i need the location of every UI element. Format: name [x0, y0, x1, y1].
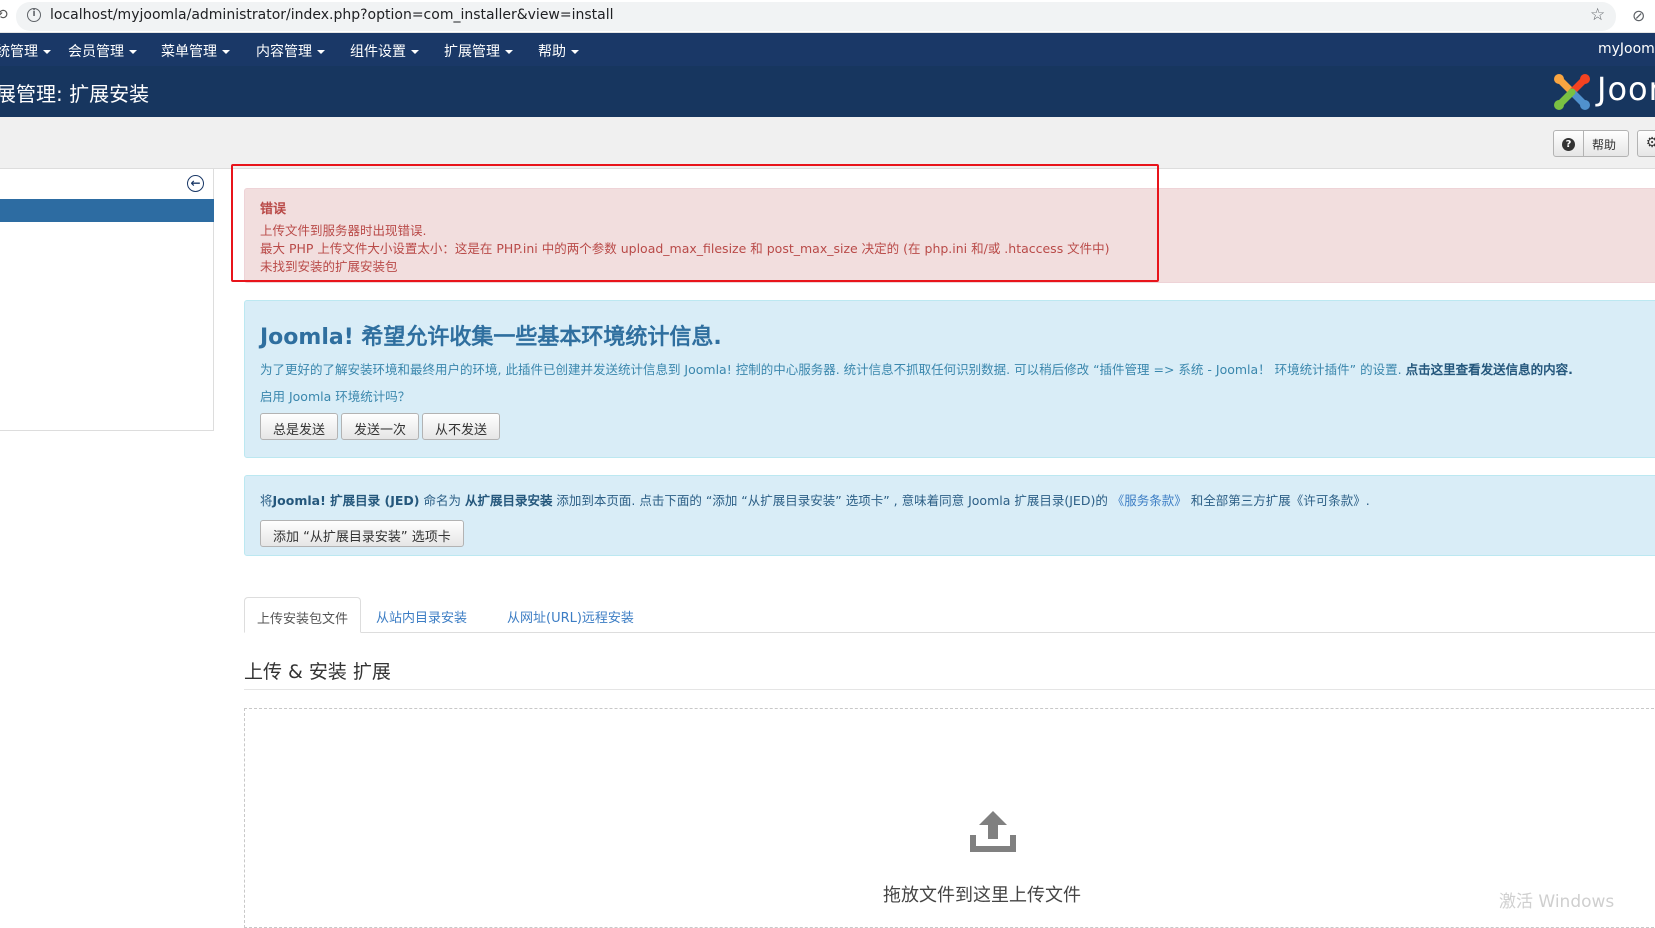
sidebar-item-active[interactable]: [0, 199, 214, 222]
highlight-box: [231, 164, 1159, 282]
browser-address-bar: ⟲ i localhost/myjoomla/administrator/ind…: [0, 0, 1655, 33]
page-title: 展管理: 扩展安装: [0, 82, 150, 106]
info-icon[interactable]: i: [27, 8, 41, 22]
jed-text: 将Joomla! 扩展目录 (JED) 命名为 从扩展目录安装 添加到本页面. …: [260, 493, 1370, 508]
always-send-button[interactable]: 总是发送: [260, 413, 339, 440]
stats-heading: Joomla! 希望允许收集一些基本环境统计信息.: [260, 325, 722, 350]
jed-message: 将Joomla! 扩展目录 (JED) 命名为 从扩展目录安装 添加到本页面. …: [244, 475, 1655, 556]
never-send-button[interactable]: 从不发送: [422, 413, 501, 440]
menu-menus[interactable]: 菜单管理: [161, 41, 230, 61]
terms-link[interactable]: 《服务条款》: [1112, 493, 1187, 508]
drop-hint-text: 拖放文件到这里上传文件: [883, 885, 1081, 906]
menu-system[interactable]: 统管理: [0, 41, 51, 61]
stats-message: Joomla! 希望允许收集一些基本环境统计信息. 为了更好的了解安装环境和最终…: [244, 300, 1655, 458]
collapse-sidebar-icon[interactable]: ←: [187, 175, 204, 192]
caret-down-icon: [505, 50, 513, 54]
stats-details-link[interactable]: 点击这里查看发送信息的内容.: [1406, 362, 1573, 377]
upload-drop-zone[interactable]: 拖放文件到这里上传文件 激活 Windows: [244, 708, 1655, 928]
gear-icon: ⚙: [1645, 135, 1655, 151]
caret-down-icon: [129, 50, 137, 54]
help-button-label: 帮助: [1592, 138, 1617, 152]
stats-question: 启用 Joomla 环境统计吗？: [260, 389, 411, 404]
sidebar: ←: [0, 169, 214, 431]
divider: [244, 689, 1655, 690]
joomla-logo-icon: [1554, 74, 1590, 110]
page-header: 展管理: 扩展安装 Joomla!: [0, 66, 1655, 117]
send-once-button[interactable]: 发送一次: [341, 413, 420, 440]
caret-down-icon: [43, 50, 51, 54]
bookmark-star-icon[interactable]: ☆: [1590, 5, 1605, 25]
joomla-brand-text: Joomla!: [1597, 70, 1655, 108]
caret-down-icon: [222, 50, 230, 54]
tab-upload-package[interactable]: 上传安装包文件: [244, 597, 362, 633]
extension-icon[interactable]: ⊘: [1632, 6, 1645, 25]
url-text[interactable]: localhost/myjoomla/administrator/index.p…: [50, 7, 614, 23]
reload-icon[interactable]: ⟲: [0, 7, 8, 23]
options-button[interactable]: ⚙: [1637, 130, 1655, 157]
menu-components[interactable]: 组件设置: [350, 41, 419, 61]
site-link[interactable]: myJoomla: [1598, 41, 1655, 57]
menu-help[interactable]: 帮助: [538, 41, 579, 61]
tab-install-from-url[interactable]: 从网址(URL)远程安装: [495, 597, 646, 633]
menu-content[interactable]: 内容管理: [256, 41, 325, 61]
menu-extensions[interactable]: 扩展管理: [444, 41, 513, 61]
caret-down-icon: [571, 50, 579, 54]
section-title: 上传 & 安装 扩展: [244, 661, 391, 683]
help-button[interactable]: ? 帮助: [1553, 130, 1629, 157]
menu-users[interactable]: 会员管理: [68, 41, 137, 61]
caret-down-icon: [411, 50, 419, 54]
upload-icon: [970, 811, 1016, 852]
caret-down-icon: [317, 50, 325, 54]
tab-install-from-folder[interactable]: 从站内目录安装: [364, 597, 479, 633]
toolbar: ? 帮助 ⚙: [0, 117, 1655, 169]
question-icon: ?: [1554, 131, 1584, 156]
add-jed-tab-button[interactable]: 添加 “从扩展目录安装” 选项卡: [260, 520, 464, 547]
stats-text: 为了更好的了解安装环境和最终用户的环境, 此插件已创建并发送统计信息到 Joom…: [260, 362, 1573, 377]
admin-menubar: 统管理 会员管理 菜单管理 内容管理 组件设置 扩展管理 帮助 myJoomla: [0, 33, 1655, 66]
windows-watermark: 激活 Windows: [1499, 892, 1615, 912]
install-tabs: 上传安装包文件 从站内目录安装 从网址(URL)远程安装: [244, 597, 1655, 633]
